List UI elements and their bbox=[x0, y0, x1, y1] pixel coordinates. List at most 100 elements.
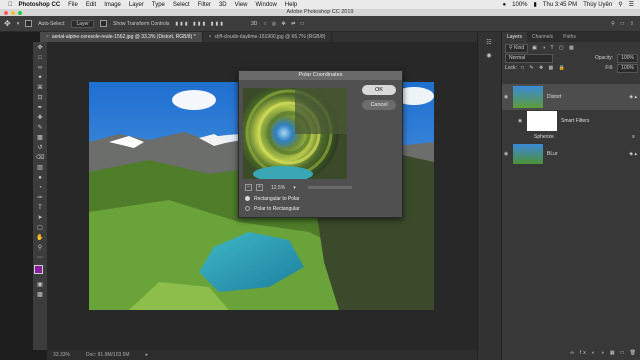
screen-mode-icon[interactable]: ▩ bbox=[35, 290, 45, 299]
more-tools-icon[interactable]: ⋯ bbox=[35, 253, 45, 262]
battery-icon[interactable]: ▮ bbox=[534, 1, 537, 8]
filter-row-spherize[interactable]: Spherize ≡ bbox=[502, 132, 640, 142]
lasso-tool-icon[interactable]: ∞ bbox=[35, 63, 45, 72]
move-tool-icon[interactable]: ✥ bbox=[35, 43, 45, 52]
zoom-in-icon[interactable]: + bbox=[256, 184, 263, 191]
zoom-out-icon[interactable]: − bbox=[245, 184, 252, 191]
fill-field[interactable]: 100% bbox=[617, 63, 638, 73]
layer-row-blur[interactable]: ◉ BLur ◈ ▴ bbox=[502, 142, 640, 166]
stamp-tool-icon[interactable]: ▩ bbox=[35, 133, 45, 142]
radio-rectangular-to-polar[interactable] bbox=[245, 196, 250, 202]
menu-select[interactable]: Select bbox=[173, 2, 190, 8]
visibility-eye-icon[interactable]: ◉ bbox=[516, 118, 524, 124]
filter-name[interactable]: Spherize bbox=[534, 134, 554, 140]
quick-mask-icon[interactable]: ▣ bbox=[35, 280, 45, 289]
blend-mode-dropdown[interactable]: Normal bbox=[505, 53, 553, 63]
link-layers-icon[interactable]: ∞ bbox=[570, 350, 576, 356]
menu-edit[interactable]: Edit bbox=[86, 2, 96, 8]
zoom-dropdown-icon[interactable]: ▾ bbox=[293, 185, 296, 191]
close-tab-icon[interactable]: × bbox=[209, 34, 212, 40]
filter-type-icons[interactable]: ▣ ◑ T ▢ ▩ bbox=[532, 45, 576, 51]
pen-tool-icon[interactable]: ✑ bbox=[35, 193, 45, 202]
wifi-icon[interactable]: ● bbox=[503, 2, 507, 8]
align-icons[interactable]: ▮▮▮ ▮▮▮ ▮▮▮ bbox=[175, 21, 225, 27]
layer-name[interactable]: Distort bbox=[547, 94, 561, 100]
group-icon[interactable]: ▦ bbox=[610, 350, 617, 356]
user-name[interactable]: Thùy Uyên bbox=[583, 2, 612, 8]
option-polar-to-rectangular[interactable]: Polar to Rectangular bbox=[245, 206, 300, 212]
visibility-eye-icon[interactable]: ◉ bbox=[502, 94, 510, 100]
menu-3d[interactable]: 3D bbox=[219, 2, 227, 8]
minimize-window-icon[interactable] bbox=[11, 10, 15, 15]
tab-paths[interactable]: Paths bbox=[558, 32, 581, 42]
cancel-button[interactable]: Cancel bbox=[362, 100, 396, 110]
marquee-tool-icon[interactable]: □ bbox=[35, 53, 45, 62]
close-tab-icon[interactable]: × bbox=[46, 34, 49, 40]
fx-icon[interactable]: fx bbox=[580, 350, 588, 356]
quick-select-tool-icon[interactable]: ✦ bbox=[35, 73, 45, 82]
menu-list-icon[interactable]: ☰ bbox=[629, 1, 634, 8]
eyedropper-tool-icon[interactable]: ✒ bbox=[35, 103, 45, 112]
radio-polar-to-rectangular[interactable] bbox=[245, 206, 250, 212]
tab-layers[interactable]: Layers bbox=[502, 32, 528, 42]
visibility-eye-icon[interactable]: ◉ bbox=[502, 151, 510, 157]
blur-tool-icon[interactable]: ● bbox=[35, 173, 45, 182]
menu-app-name[interactable]: Photoshop CC bbox=[19, 2, 61, 8]
blending-options-icon[interactable]: ≡ bbox=[632, 134, 635, 140]
history-brush-icon[interactable]: ↺ bbox=[35, 143, 45, 152]
close-window-icon[interactable] bbox=[4, 10, 8, 15]
workspace-icon[interactable]: □ bbox=[621, 21, 624, 27]
document-size[interactable]: Doc: 81.9M/103.5M bbox=[86, 352, 130, 358]
menu-file[interactable]: File bbox=[68, 2, 78, 8]
color-panel-icon[interactable]: ◉ bbox=[484, 51, 494, 60]
dodge-tool-icon[interactable]: ◔ bbox=[35, 183, 45, 192]
menu-filter[interactable]: Filter bbox=[198, 2, 211, 8]
frame-tool-icon[interactable]: ⊡ bbox=[35, 93, 45, 102]
new-layer-icon[interactable]: □ bbox=[621, 350, 626, 356]
lock-icons[interactable]: □ ✎ ✥ ▦ 🔒 bbox=[521, 65, 567, 71]
hand-tool-icon[interactable]: ✋ bbox=[35, 233, 45, 242]
menu-help[interactable]: Help bbox=[285, 2, 297, 8]
tab-channels[interactable]: Channels bbox=[527, 32, 558, 42]
status-arrow-icon[interactable]: ▸ bbox=[146, 352, 149, 358]
tab-cliff-clouds[interactable]: × cliff-clouds-daytime-161900.jpg @ 66.7%… bbox=[203, 32, 333, 42]
eraser-tool-icon[interactable]: ⌫ bbox=[35, 153, 45, 162]
healing-brush-icon[interactable]: ✚ bbox=[35, 113, 45, 122]
type-tool-icon[interactable]: T bbox=[35, 203, 45, 212]
trash-icon[interactable]: 🗑 bbox=[630, 350, 638, 356]
3d-mode-icons[interactable]: ○ ◎ ✥ ⇄ □ bbox=[263, 21, 305, 27]
path-select-icon[interactable]: ➤ bbox=[35, 213, 45, 222]
option-rectangular-to-polar[interactable]: Rectangular to Polar bbox=[245, 196, 300, 202]
menu-type[interactable]: Type bbox=[152, 2, 165, 8]
brush-tool-icon[interactable]: ✎ bbox=[35, 123, 45, 132]
zoom-tool-icon[interactable]: ⚲ bbox=[35, 243, 45, 252]
auto-select-dropdown[interactable]: Layer bbox=[71, 19, 94, 28]
search-icon[interactable]: ⚲ bbox=[611, 21, 615, 27]
gradient-tool-icon[interactable]: ▧ bbox=[35, 163, 45, 172]
clock[interactable]: Thu 3:45 PM bbox=[543, 2, 577, 8]
search-icon[interactable]: ⚲ bbox=[618, 1, 622, 8]
move-tool-icon[interactable]: ✥ bbox=[4, 19, 11, 28]
menu-layer[interactable]: Layer bbox=[129, 2, 144, 8]
crop-tool-icon[interactable]: ⌘ bbox=[35, 83, 45, 92]
apple-icon[interactable]:  bbox=[8, 2, 13, 8]
mask-icon[interactable]: ◐ bbox=[592, 350, 597, 356]
menu-image[interactable]: Image bbox=[104, 2, 121, 8]
layer-name[interactable]: BLur bbox=[547, 151, 558, 157]
zoom-level[interactable]: 33.33% bbox=[53, 352, 70, 358]
menu-view[interactable]: View bbox=[235, 2, 248, 8]
ok-button[interactable]: OK bbox=[362, 85, 396, 95]
foreground-color-swatch[interactable] bbox=[34, 265, 43, 274]
filter-preview[interactable] bbox=[243, 88, 347, 179]
show-transform-checkbox[interactable] bbox=[99, 20, 107, 27]
tool-preset-dropdown[interactable]: ▾ bbox=[17, 21, 20, 27]
adjustment-icon[interactable]: ◑ bbox=[601, 350, 606, 356]
share-icon[interactable]: ⇧ bbox=[630, 21, 634, 27]
maximize-window-icon[interactable] bbox=[18, 10, 22, 15]
opacity-field[interactable]: 100% bbox=[617, 53, 638, 63]
menu-window[interactable]: Window bbox=[256, 2, 277, 8]
auto-select-checkbox[interactable] bbox=[25, 20, 33, 27]
shape-tool-icon[interactable]: ▢ bbox=[35, 223, 45, 232]
tab-aerial-alpine[interactable]: × aerial-alpine-ceresole-reale-1562.jpg @… bbox=[40, 32, 203, 42]
layer-row-smart-filters[interactable]: ◉ Smart Filters bbox=[502, 110, 640, 132]
